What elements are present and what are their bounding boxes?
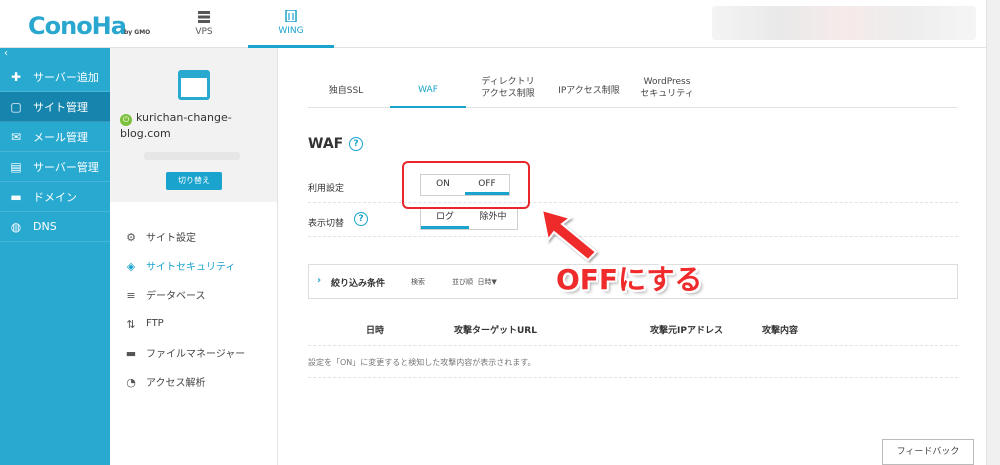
main-content: 独自SSL WAF ディレクトリ アクセス制限 IPアクセス制限 WordPre… (278, 48, 986, 465)
usage-setting-label: 利用設定 (308, 184, 345, 194)
sidebar: ‹ ✚ サーバー追加 ▢ サイト管理 ✉ メール管理 ▤ サーバー管理 ▬ ドメイン ◍ D… (0, 48, 110, 465)
mail-icon: ✉ (10, 129, 22, 144)
page-scrollbar[interactable] (986, 0, 1000, 465)
sidebar-item-label: ドメイン (33, 190, 77, 204)
logo-sub: by GMO (123, 29, 151, 36)
menu-label: アクセス解析 (146, 378, 206, 389)
tab-ssl[interactable]: 独自SSL (308, 68, 384, 108)
nav-vps[interactable]: VPS (170, 0, 238, 48)
menu-access-analytics[interactable]: ◔ アクセス解析 (110, 367, 277, 396)
display-switch-label: 表示切替 (308, 219, 345, 229)
tab-wordpress-security[interactable]: WordPress セキュリティ (634, 68, 700, 108)
blurred-info (144, 152, 240, 160)
database-icon: ≡ (126, 288, 136, 302)
filter-sort-value: 日時▼ (477, 278, 497, 286)
status-ok-icon: ⏻ (120, 114, 132, 126)
sidebar-item-label: サーバー追加 (33, 70, 99, 84)
nav-vps-label: VPS (195, 27, 213, 37)
server-icon (198, 11, 210, 23)
menu-file-manager[interactable]: ▬ ファイルマネージャー (110, 338, 277, 367)
menu-database[interactable]: ≡ データベース (110, 280, 277, 309)
tab-ip-access[interactable]: IPアクセス制限 (552, 68, 626, 108)
ftp-icon: ⇅ (126, 317, 136, 331)
menu-label: ファイルマネージャー (146, 349, 246, 360)
divider (308, 236, 958, 237)
site-settings-icon: ⚙ (126, 230, 136, 244)
divider (308, 377, 958, 378)
pie-chart-icon: ◔ (126, 375, 136, 389)
globe-icon: ◍ (10, 219, 22, 234)
menu-label: サイトセキュリティ (146, 262, 236, 273)
site-menu: ⚙ サイト設定 ◈ サイトセキュリティ ≡ データベース ⇅ FTP ▬ ファイルマネージ… (110, 222, 277, 396)
tab-waf[interactable]: WAF (390, 68, 466, 108)
sidebar-item-dns[interactable]: ◍ DNS (0, 212, 110, 242)
filter-sort: 並び順 日時▼ (452, 277, 497, 287)
filter-sort-label: 並び順 (452, 278, 473, 286)
column-datetime: 日時 (366, 326, 385, 336)
annotation-text: OFFにする (556, 263, 703, 296)
sidebar-item-mail[interactable]: ✉ メール管理 (0, 122, 110, 152)
plus-icon: ✚ (10, 69, 22, 84)
sidebar-item-server-management[interactable]: ▤ サーバー管理 (0, 152, 110, 182)
menu-site-security[interactable]: ◈ サイトセキュリティ (110, 251, 277, 280)
sidebar-item-label: サーバー管理 (33, 160, 99, 174)
server-stack-icon: ▤ (10, 159, 22, 174)
column-attack-content: 攻撃内容 (762, 326, 799, 336)
help-icon[interactable]: ? (354, 212, 368, 226)
switch-site-button[interactable]: 切り替え (166, 172, 222, 190)
sidebar-item-label: DNS (33, 220, 57, 233)
logo-text: ConoHa (28, 12, 127, 40)
column-source-ip: 攻撃元IPアドレス (650, 326, 723, 336)
chevron-right-icon: › (317, 275, 322, 286)
menu-label: データベース (146, 291, 206, 302)
sidebar-item-site-management[interactable]: ▢ サイト管理 (0, 92, 110, 122)
menu-label: サイト設定 (146, 233, 196, 244)
account-area-blurred[interactable] (712, 6, 976, 40)
nav-wing[interactable]: WING (248, 0, 334, 48)
menu-ftp[interactable]: ⇅ FTP (110, 309, 277, 338)
security-tabs: 独自SSL WAF ディレクトリ アクセス制限 IPアクセス制限 WordPre… (308, 68, 958, 108)
site-panel: ⏻ kurichan-change-blog.com 切り替え ⚙ サイト設定 ◈ サ… (110, 48, 278, 465)
page-title: WAF (308, 136, 344, 152)
menu-site-settings[interactable]: ⚙ サイト設定 (110, 222, 277, 251)
site-domain: ⏻ kurichan-change-blog.com (120, 110, 270, 142)
help-icon[interactable]: ? (349, 137, 363, 151)
chevron-left-icon: ‹ (4, 48, 8, 59)
column-target-url: 攻撃ターゲットURL (454, 326, 537, 336)
tab-directory-access[interactable]: ディレクトリ アクセス制限 (470, 68, 546, 108)
folder-icon: ▬ (125, 346, 137, 360)
sidebar-item-label: サイト管理 (33, 100, 88, 114)
conoha-logo[interactable]: ConoHaby GMO (28, 12, 150, 40)
nav-wing-label: WING (278, 25, 304, 36)
filter-search: 検索 (411, 278, 425, 286)
site-window-icon (178, 70, 210, 100)
display-toggle: ログ 除外中 (420, 208, 518, 230)
window-icon: ▢ (10, 99, 22, 114)
menu-label: FTP (146, 318, 164, 329)
annotation-arrow-icon (540, 208, 598, 262)
display-log-option[interactable]: ログ (421, 209, 469, 229)
top-bar: ConoHaby GMO VPS WING (0, 0, 1000, 48)
site-domain-text: kurichan-change-blog.com (120, 111, 232, 140)
building-icon (285, 9, 297, 22)
feedback-button[interactable]: フィードバック (882, 439, 974, 465)
sidebar-item-add-server[interactable]: ✚ サーバー追加 (0, 62, 110, 92)
display-excluded-option[interactable]: 除外中 (469, 209, 517, 229)
filter-label: 絞り込み条件 (331, 279, 386, 289)
sidebar-item-domain[interactable]: ▬ ドメイン (0, 182, 110, 212)
empty-message: 設定を「ON」に変更すると検知した攻撃内容が表示されます。 (308, 358, 536, 367)
app-window: ConoHaby GMO VPS WING ‹ ✚ サーバー追加 ▢ サイト管理 ✉… (0, 0, 1000, 465)
collapse-sidebar-button[interactable]: ‹ (0, 48, 110, 62)
annotation-highlight-box (402, 161, 530, 209)
site-summary: ⏻ kurichan-change-blog.com 切り替え (110, 48, 277, 202)
sidebar-item-label: メール管理 (33, 130, 88, 144)
divider (308, 345, 958, 346)
domain-icon: ▬ (10, 189, 22, 204)
shield-icon: ◈ (126, 259, 136, 273)
